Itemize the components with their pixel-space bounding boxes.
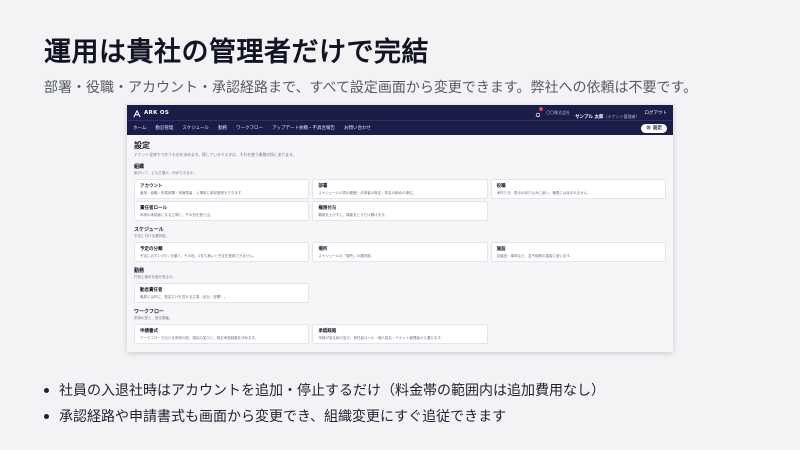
card-description: スケジュールの「場所」の選択肢。 xyxy=(318,254,375,258)
card-department[interactable]: 部署 スケジュールの表示範囲・決済者の既定・勤怠の締めの単位。 xyxy=(312,179,488,199)
nav-item-workflow[interactable]: ワークフロー xyxy=(236,125,263,131)
section-work: 勤務 打刻と締めを誰が見るか。 勤怠責任者 職員とは別に、勤怠だけを見れる立場（… xyxy=(134,267,666,303)
card-title: 予定の分類 xyxy=(140,247,163,252)
section-description: 打刻と締めを誰が見るか。 xyxy=(134,275,176,279)
card-title: 勤怠責任者 xyxy=(140,288,163,293)
card-application-form[interactable]: 申請書式 ワークフローで出せる申請の型。項目の並びと、既定承認経路を決めます。 xyxy=(134,324,310,344)
settings-page: 設定 テナント全体でつかうものを決めます。探しているマスタは、それを使う業務の所… xyxy=(127,135,673,352)
bullet-dot-icon xyxy=(44,387,49,393)
bullet-text: 承認経路や申請書式も画面から変更でき、組織変更にすぐ追従できます xyxy=(59,409,507,425)
section-title: ワークフロー xyxy=(134,309,165,315)
ark-logo-icon xyxy=(133,105,141,122)
card-account[interactable]: アカウント 雇用・役職・所属部署・有権限者、入場前に事前登録もできます。 xyxy=(134,179,310,199)
card-title: 役職 xyxy=(496,184,506,189)
section-title: 勤務 xyxy=(134,268,145,274)
page-description: テナント全体でつかうものを決めます。探しているマスタは、それを使う業務の所にあり… xyxy=(134,152,297,157)
page-title: 設定 xyxy=(134,141,150,150)
app-logo[interactable]: ARK OS xyxy=(133,105,169,122)
bullet-list: 社員の入退社時はアカウントを追加・停止するだけ（料金帯の範囲内は追加費用なし） … xyxy=(44,380,605,432)
card-title: 承認経路 xyxy=(318,329,337,334)
card-title: 施設 xyxy=(496,247,506,252)
card-facility[interactable]: 施設 会議室・車両など、並予時間の重複に使います。 xyxy=(490,242,666,262)
bullet-dot-icon xyxy=(44,413,49,419)
card-description: スケジュールの表示範囲・決済者の既定・勤怠の締めの単位。 xyxy=(318,191,417,195)
card-description: 申請の承認者になる立場と、その担を割り当。 xyxy=(140,213,214,217)
card-description: 職員とは別に、勤怠だけを見れる立場（全社／部署）。 xyxy=(140,295,228,299)
company-name: 〇〇株式会社 xyxy=(546,109,571,115)
card-title: 場所 xyxy=(318,247,328,252)
card-schedule-category[interactable]: 予定の分類 予定に必ず1つ付く分類と、その色。2件も無いと予定を登録できません。 xyxy=(134,242,310,262)
section-title: 組織 xyxy=(134,164,145,170)
nav-item-work[interactable]: 勤務 xyxy=(218,125,227,131)
card-location[interactable]: 場所 スケジュールの「場所」の選択肢。 xyxy=(312,242,488,262)
nav-item-update-request[interactable]: アップデート依頼・不具合報告 xyxy=(272,125,335,131)
section-organization: 組織 誰がいて、どの立場か、何ができるか。 アカウント 雇用・役職・所属部署・有… xyxy=(134,163,666,221)
nav-item-home[interactable]: ホーム xyxy=(133,125,146,131)
card-description: 予定に必ず1つ付く分類と、その色。2件も無いと予定を登録できません。 xyxy=(140,254,257,258)
section-description: 申請の型と、回る順番。 xyxy=(134,316,173,320)
card-approval-route[interactable]: 承認経路 申請が回る段の並び。責任者ロール・個人指名・テナント管理者から選びます… xyxy=(312,324,488,344)
card-title: アカウント xyxy=(140,184,163,189)
bullet-text: 社員の入退社時はアカウントを追加・停止するだけ（料金帯の範囲内は追加費用なし） xyxy=(59,383,605,399)
bullet-item: 社員の入退社時はアカウントを追加・停止するだけ（料金帯の範囲内は追加費用なし） xyxy=(44,380,605,400)
app-header: ARK OS 〇〇株式会社 サンプル 太郎（テナント管理者） ログアウト xyxy=(127,105,673,120)
section-title: スケジュール xyxy=(134,227,164,233)
card-title: 責任者ロール xyxy=(140,206,167,211)
card-description: 職責を上げずに、機能をとりだけ解けます。 xyxy=(318,213,388,217)
app-screenshot: ARK OS 〇〇株式会社 サンプル 太郎（テナント管理者） ログアウト ホーム… xyxy=(127,105,673,352)
card-description: ワークフローで出せる申請の型。項目の並びと、既定承認経路を決めます。 xyxy=(140,336,259,340)
logout-link[interactable]: ログアウト xyxy=(645,110,668,116)
card-title: 申請書式 xyxy=(140,329,158,334)
user-info[interactable]: サンプル 太郎（テナント管理者） xyxy=(575,105,639,122)
card-description: 申請が回る段の並び。責任者ロール・個人指名・テナント管理者から選びます。 xyxy=(318,336,444,340)
bullet-item: 承認経路や申請書式も画面から変更でき、組織変更にすぐ追従できます xyxy=(44,406,605,426)
card-title: 権限付与 xyxy=(318,206,337,211)
slide-subtitle: 部署・役職・アカウント・承認経路まで、すべて設定画面から変更できます。弊社への依… xyxy=(44,80,698,96)
card-position[interactable]: 役職 承作りき、表示の絞り込みに使い、権限には含まれません。 xyxy=(490,179,666,199)
settings-button[interactable]: 設定 xyxy=(641,123,667,133)
section-description: 誰がいて、どの立場か、何ができるか。 xyxy=(134,171,197,175)
user-name: サンプル 太郎 xyxy=(575,115,604,120)
slide-title: 運用は貴社の管理者だけで完結 xyxy=(44,37,429,68)
section-workflow: ワークフロー 申請の型と、回る順番。 申請書式 ワークフローで出せる申請の型。項… xyxy=(134,308,666,344)
card-title: 部署 xyxy=(318,184,328,189)
card-attendance-manager[interactable]: 勤怠責任者 職員とは別に、勤怠だけを見れる立場（全社／部署）。 xyxy=(134,283,310,303)
nav-item-schedule[interactable]: スケジュール xyxy=(182,125,209,131)
user-role: （テナント管理者） xyxy=(603,114,640,119)
card-responsible-role[interactable]: 責任者ロール 申請の承認者になる立場と、その担を割り当。 xyxy=(134,201,310,221)
card-description: 承作りき、表示の絞り込みに使い、権限には含まれません。 xyxy=(496,191,591,195)
app-logo-text: ARK OS xyxy=(144,109,170,116)
section-schedule: スケジュール 予定に付ける選択肢。 予定の分類 予定に必ず1つ付く分類と、その色… xyxy=(134,226,666,262)
settings-button-label: 設定 xyxy=(653,126,662,131)
card-permission-grant[interactable]: 権限付与 職責を上げずに、機能をとりだけ解けます。 xyxy=(312,201,488,221)
main-nav: ホーム 勤怠管理 スケジュール 勤務 ワークフロー アップデート依頼・不具合報告… xyxy=(127,120,673,135)
gear-icon xyxy=(646,125,651,132)
nav-item-contact[interactable]: お問い合わせ xyxy=(344,125,371,131)
card-description: 雇用・役職・所属部署・有権限者、入場前に事前登録もできます。 xyxy=(140,191,245,195)
card-description: 会議室・車両など、並予時間の重複に使います。 xyxy=(496,254,574,258)
notification-button[interactable] xyxy=(534,107,544,118)
section-description: 予定に付ける選択肢。 xyxy=(134,234,169,238)
notification-badge xyxy=(539,107,544,111)
nav-item-attendance-management[interactable]: 勤怠管理 xyxy=(155,125,173,131)
